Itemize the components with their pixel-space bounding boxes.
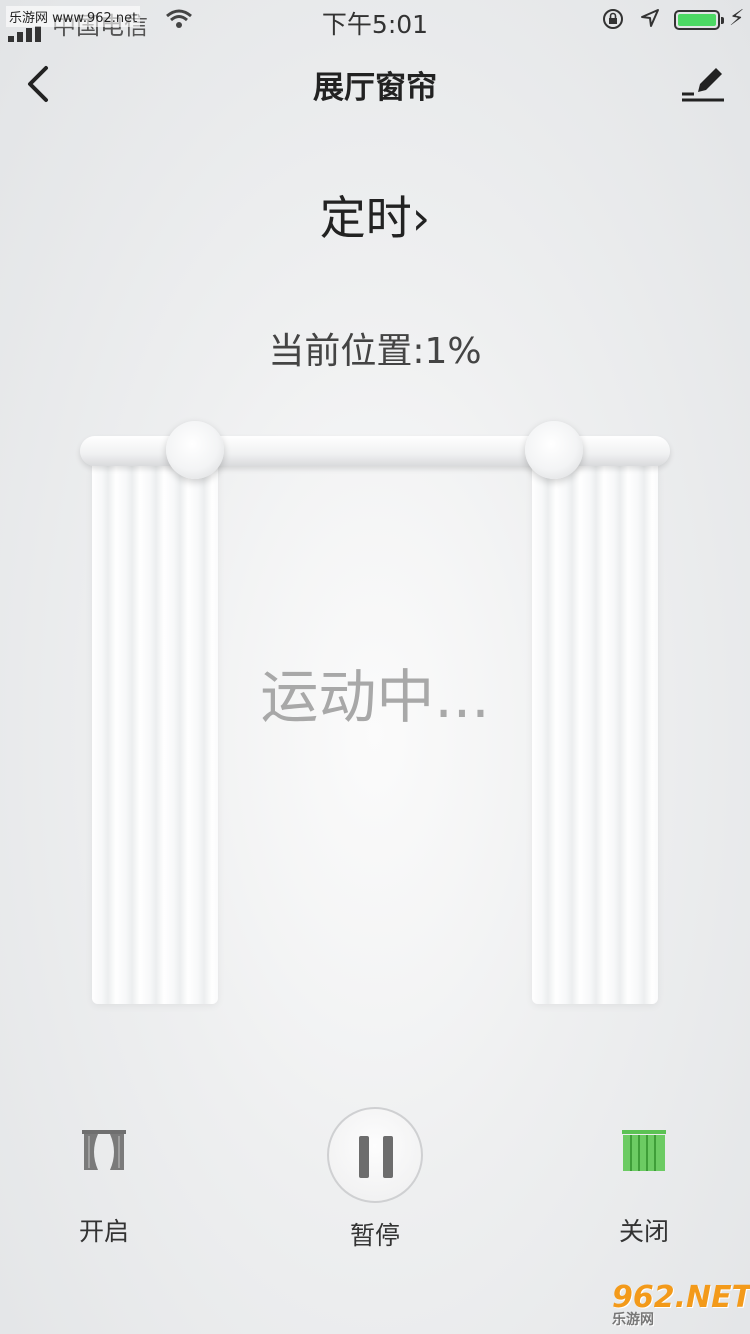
curtain-handle-left[interactable] [166, 421, 224, 479]
timer-label: 定时 [319, 191, 412, 245]
curtain-open-icon [80, 1128, 128, 1172]
chevron-right-icon: › [411, 191, 431, 245]
curtain-right-panel [532, 466, 658, 1004]
motion-status-text: 运动中... [260, 663, 490, 731]
open-button[interactable]: 开启 [44, 1128, 164, 1248]
pause-label: 暂停 [349, 1221, 400, 1250]
charging-icon: ⚡ [729, 6, 745, 31]
edit-button[interactable] [680, 62, 726, 104]
curtain-left-panel [92, 466, 218, 1004]
curtain-handle-right[interactable] [525, 421, 583, 479]
pause-button[interactable] [327, 1107, 423, 1203]
open-label: 开启 [78, 1217, 129, 1246]
current-position-text: 当前位置:1% [268, 331, 482, 372]
timer-link[interactable]: 定时› [0, 182, 750, 248]
close-button[interactable]: 关闭 [584, 1128, 704, 1248]
curtain-closed-icon [620, 1128, 668, 1172]
site-logo: 962.NET 乐游网 [612, 1280, 750, 1330]
page-title: 展厅窗帘 [313, 70, 437, 106]
location-icon [640, 8, 660, 33]
close-label: 关闭 [618, 1217, 669, 1246]
battery-icon [674, 10, 724, 30]
pencil-icon [680, 68, 726, 108]
rotation-lock-icon [602, 8, 624, 35]
watermark: 乐游网 www.962.net [6, 6, 141, 27]
